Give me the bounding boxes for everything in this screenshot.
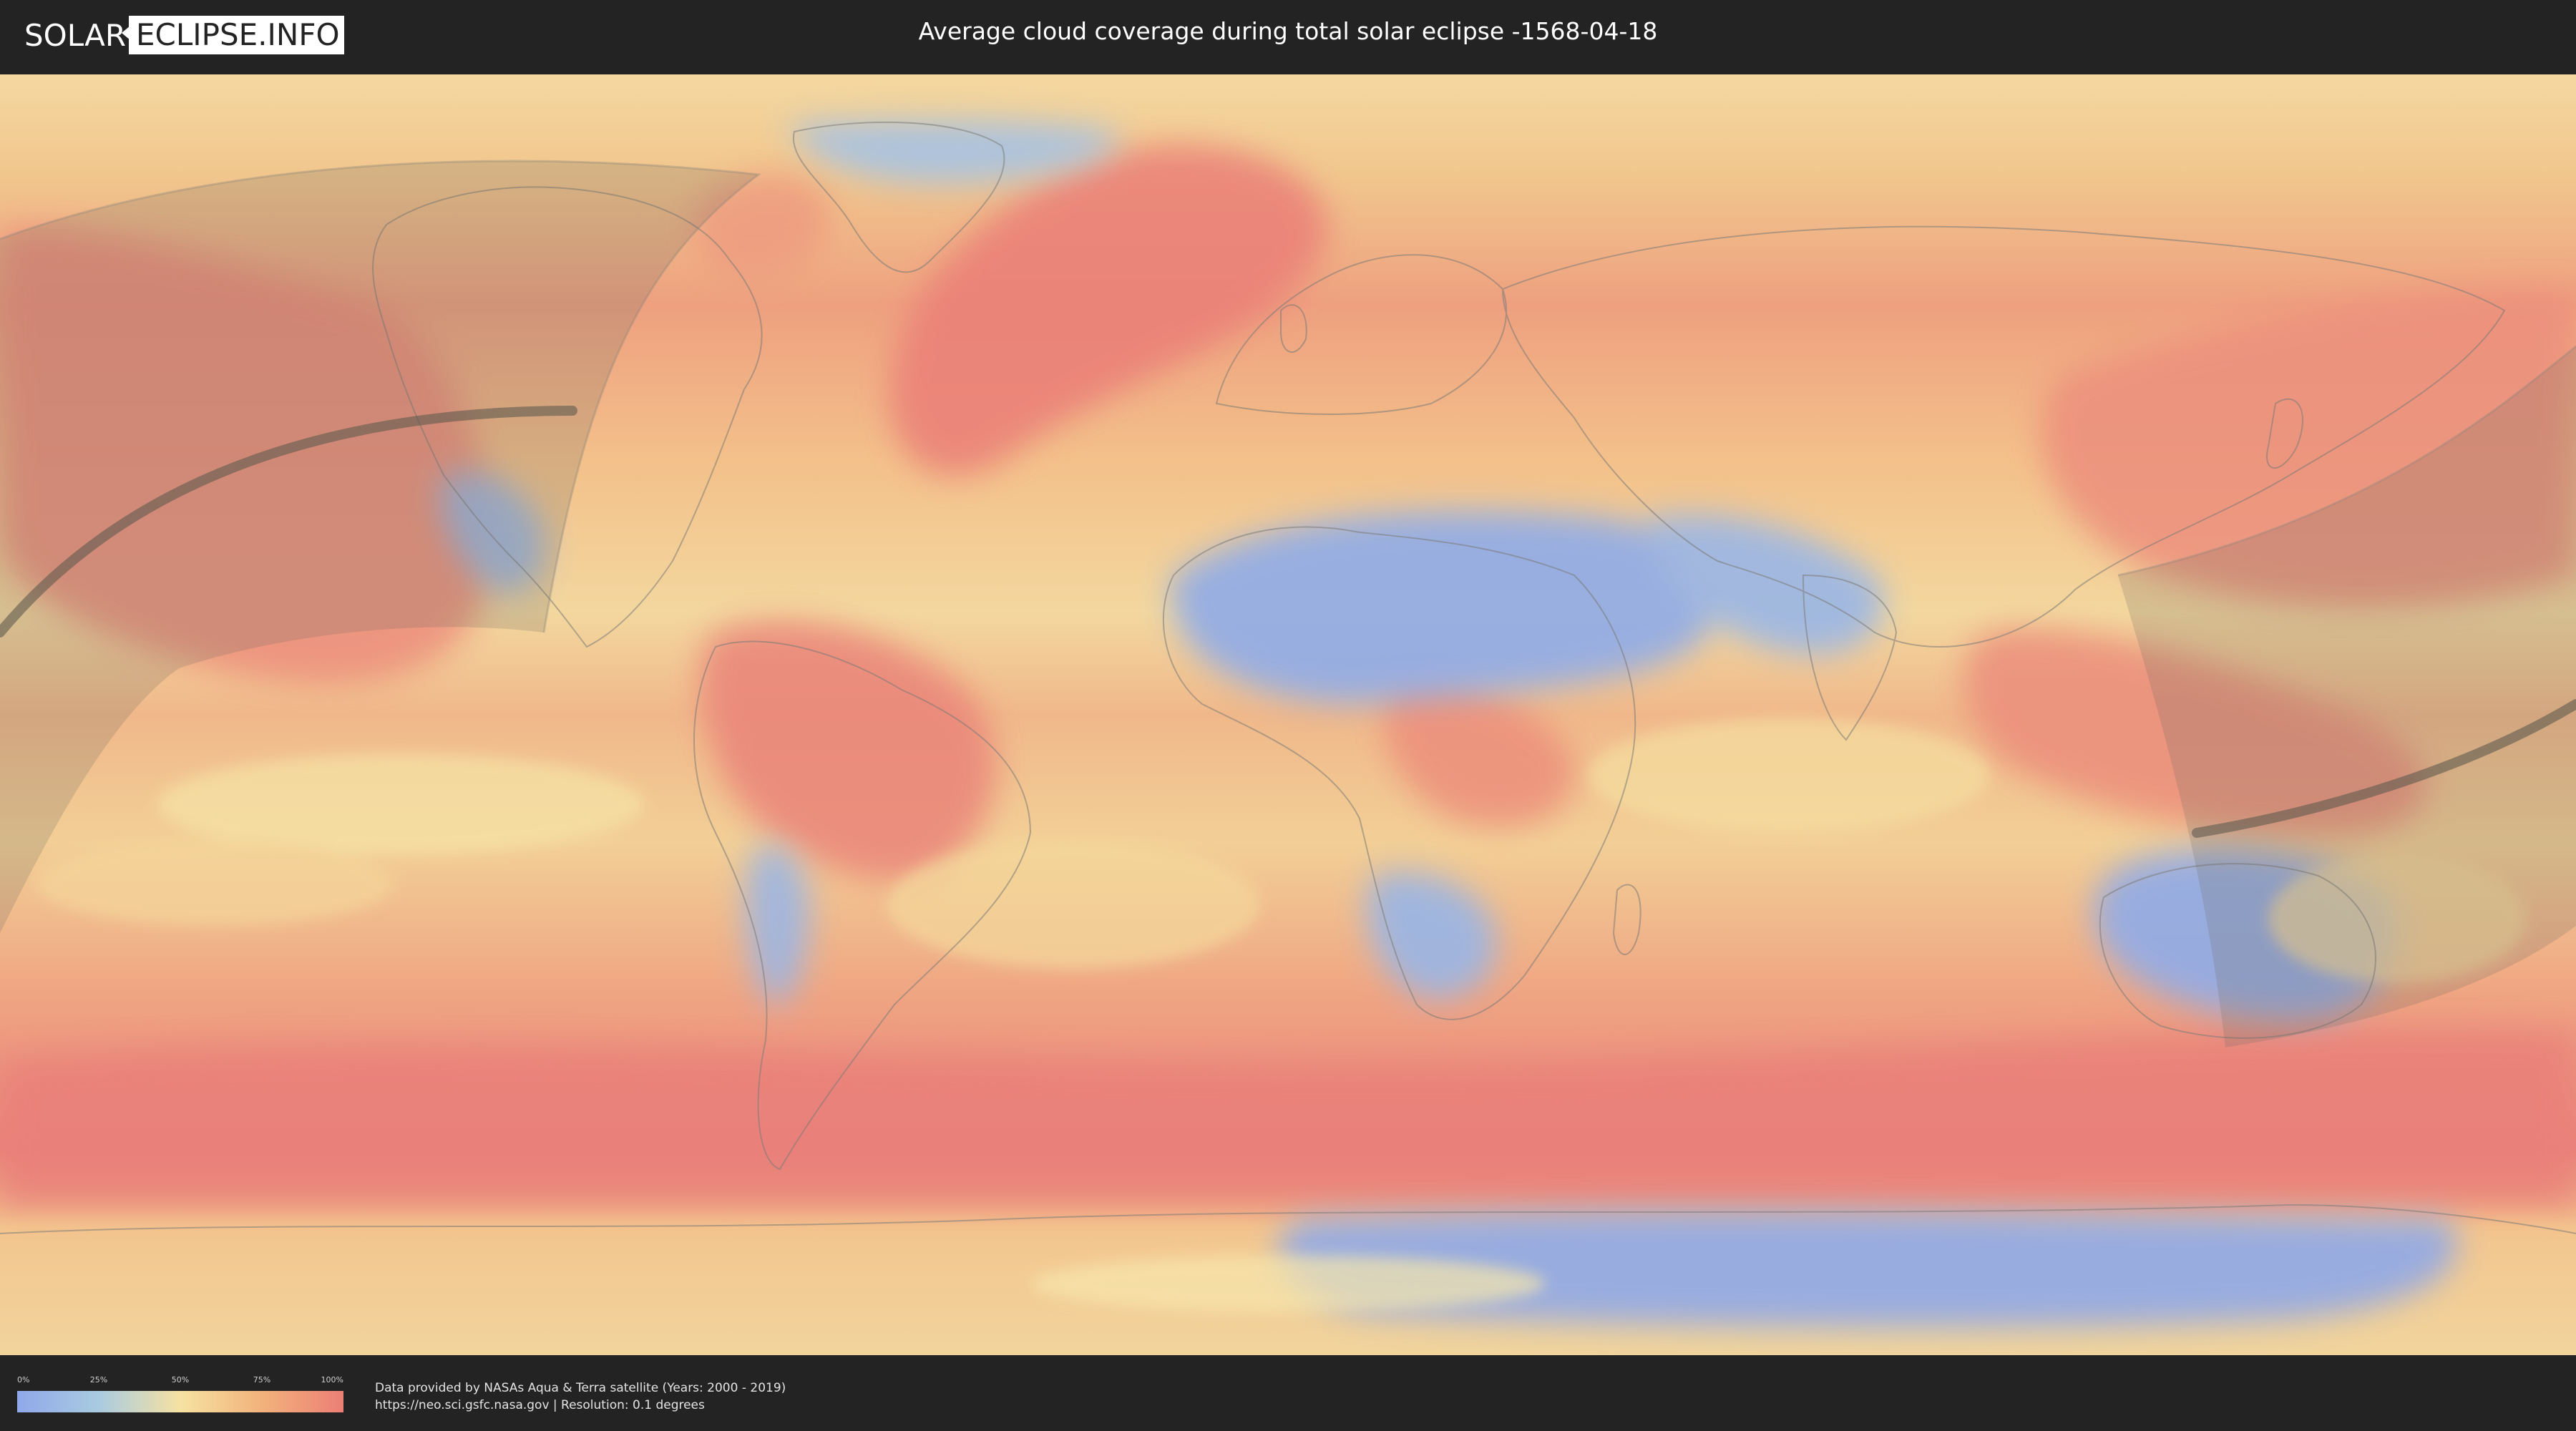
credit-line-url[interactable]: https://neo.sci.gsfc.nasa.gov | Resoluti… [375,1397,786,1414]
legend-tick-0: 0% [17,1375,30,1384]
legend-tick-50: 50% [171,1375,190,1384]
map-canvas [0,74,2576,1355]
legend-tick-100: 100% [321,1375,343,1384]
legend-tick-75: 75% [253,1375,271,1384]
header-bar: SOLAR ECLIPSE.INFO Average cloud coverag… [0,0,2576,70]
page-title: Average cloud coverage during total sola… [918,17,1658,45]
legend-tick-25: 25% [89,1375,108,1384]
data-credit: Data provided by NASAs Aqua & Terra sate… [375,1379,786,1414]
credit-line-source: Data provided by NASAs Aqua & Terra sate… [375,1381,786,1395]
legend-tick-labels: 0% 25% 50% 75% 100% [17,1375,343,1385]
cloud-coverage-map [0,74,2576,1355]
legend-color-scale [17,1391,343,1412]
